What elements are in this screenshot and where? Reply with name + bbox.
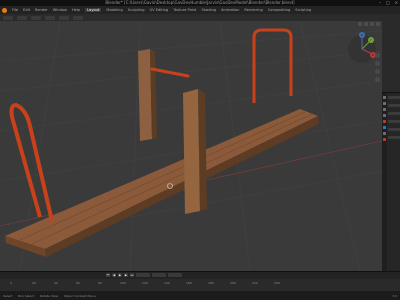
jump-end-icon[interactable]: ⏭ <box>130 273 134 277</box>
pan-icon[interactable] <box>375 61 380 66</box>
gizmo-z-label: Z <box>361 33 363 37</box>
frame-ticks: 0 20 40 60 80 100 120 140 160 180 200 22… <box>10 281 286 285</box>
step-back-icon[interactable]: ◀ <box>112 273 116 277</box>
property-row[interactable] <box>388 96 400 99</box>
right-side-panel <box>382 14 400 271</box>
frame-tick: 80 <box>98 281 102 285</box>
start-frame-field[interactable] <box>152 273 166 277</box>
physics-tab-icon[interactable] <box>383 132 386 135</box>
tool-tab-icon[interactable] <box>383 96 386 99</box>
viewport-nav-buttons <box>375 53 380 82</box>
perspective-toggle-icon[interactable] <box>375 77 380 82</box>
output-tab-icon[interactable] <box>383 108 386 111</box>
object-menu[interactable] <box>73 15 83 20</box>
frame-tick: 160 <box>186 281 192 285</box>
navigation-gizmo[interactable]: X Y Z <box>348 32 376 63</box>
status-context-menu: Object Context Menu <box>63 293 96 298</box>
gizmo-y-label: Y <box>370 38 372 42</box>
handle-left[interactable] <box>9 102 54 222</box>
property-row[interactable] <box>388 112 400 115</box>
select-menu[interactable] <box>45 15 55 20</box>
tab-compositing[interactable]: Compositing <box>268 8 291 12</box>
frame-tick: 200 <box>230 281 236 285</box>
shading-material-icon[interactable] <box>370 22 374 26</box>
frame-tick: 0 <box>10 281 12 285</box>
step-forward-icon[interactable]: ▶ <box>124 273 128 277</box>
properties-fields <box>388 96 400 139</box>
frame-tick: 140 <box>164 281 170 285</box>
tab-layout[interactable]: Layout <box>85 8 102 12</box>
frame-tick: 100 <box>120 281 126 285</box>
editor-type-dropdown[interactable] <box>3 15 13 20</box>
status-select: Select <box>3 293 13 298</box>
tab-animation[interactable]: Animation <box>221 8 239 12</box>
status-rotate-view: Rotate View <box>40 293 58 298</box>
menu-edit[interactable]: Edit <box>23 8 30 12</box>
tab-shading[interactable]: Shading <box>201 8 216 12</box>
shading-toolbar <box>342 21 382 27</box>
modifier-tab-icon[interactable] <box>383 126 386 129</box>
menu-help[interactable]: Help <box>72 8 80 12</box>
status-bar: Select Box Select Rotate View Object Con… <box>0 291 400 300</box>
gizmo-x-label: X <box>372 53 374 57</box>
outliner-panel[interactable] <box>382 14 400 93</box>
top-menu-bar: File Edit Render Window Help Layout Mode… <box>0 6 400 14</box>
blender-window: Blender* [C:\Users\Gavin\Desktop\GavDevH… <box>0 0 400 300</box>
tab-uv-editing[interactable]: UV Editing <box>150 8 169 12</box>
scene-tab-icon[interactable] <box>383 114 386 117</box>
object-tab-icon[interactable] <box>383 120 386 123</box>
properties-tabs <box>382 93 387 271</box>
frame-tick: 120 <box>142 281 148 285</box>
version-label: 3.0 <box>392 293 397 298</box>
menu-window[interactable]: Window <box>53 8 67 12</box>
frame-tick: 240 <box>274 281 280 285</box>
seesaw-post-right[interactable] <box>183 89 207 214</box>
pivot-bar[interactable] <box>150 67 190 78</box>
tab-sculpting[interactable]: Sculpting <box>128 8 145 12</box>
shading-solid-icon[interactable] <box>364 22 368 26</box>
window-title: Blender* [C:\Users\Gavin\Desktop\GavDevH… <box>105 0 295 5</box>
status-box-select: Box Select <box>18 293 35 298</box>
view-menu[interactable] <box>31 15 41 20</box>
render-tab-icon[interactable] <box>383 102 386 105</box>
zoom-icon[interactable] <box>375 53 380 58</box>
end-frame-field[interactable] <box>168 273 182 277</box>
3d-viewport[interactable]: X Y Z <box>0 21 382 271</box>
frame-tick: 220 <box>252 281 258 285</box>
jump-start-icon[interactable]: ⏮ <box>106 273 110 277</box>
play-icon[interactable]: ▶ <box>118 273 122 277</box>
shading-wireframe-icon[interactable] <box>358 22 362 26</box>
viewport-header <box>0 14 382 21</box>
seesaw-post-left[interactable] <box>138 49 157 141</box>
property-row[interactable] <box>388 128 400 131</box>
shading-rendered-icon[interactable] <box>376 22 380 26</box>
seesaw-plank[interactable] <box>5 109 319 257</box>
menu-render[interactable]: Render <box>35 8 48 12</box>
object-mode-dropdown[interactable] <box>17 15 27 20</box>
add-menu[interactable] <box>59 15 69 20</box>
blender-logo-icon[interactable] <box>2 7 7 13</box>
property-row[interactable] <box>388 104 400 107</box>
property-row[interactable] <box>388 136 400 139</box>
frame-tick: 180 <box>208 281 214 285</box>
timeline-editor: ⏮ ◀ ▶ ▶ ⏭ 0 20 40 60 80 100 120 140 160 … <box>0 271 400 292</box>
material-tab-icon[interactable] <box>383 138 386 141</box>
viewport-canvas[interactable]: X Y Z <box>0 21 382 271</box>
tab-texture-paint[interactable]: Texture Paint <box>173 8 196 12</box>
frame-tick: 60 <box>76 281 80 285</box>
tab-rendering[interactable]: Rendering <box>244 8 262 12</box>
playback-controls: ⏮ ◀ ▶ ▶ ⏭ <box>0 272 400 278</box>
tab-scripting[interactable]: Scripting <box>295 8 311 12</box>
property-row[interactable] <box>388 120 400 123</box>
camera-view-icon[interactable] <box>375 69 380 74</box>
frame-tick: 40 <box>54 281 58 285</box>
tab-modeling[interactable]: Modeling <box>106 8 122 12</box>
handle-right[interactable] <box>252 28 293 103</box>
frame-tick: 20 <box>32 281 36 285</box>
menu-file[interactable]: File <box>12 8 18 12</box>
current-frame-field[interactable] <box>136 273 150 277</box>
